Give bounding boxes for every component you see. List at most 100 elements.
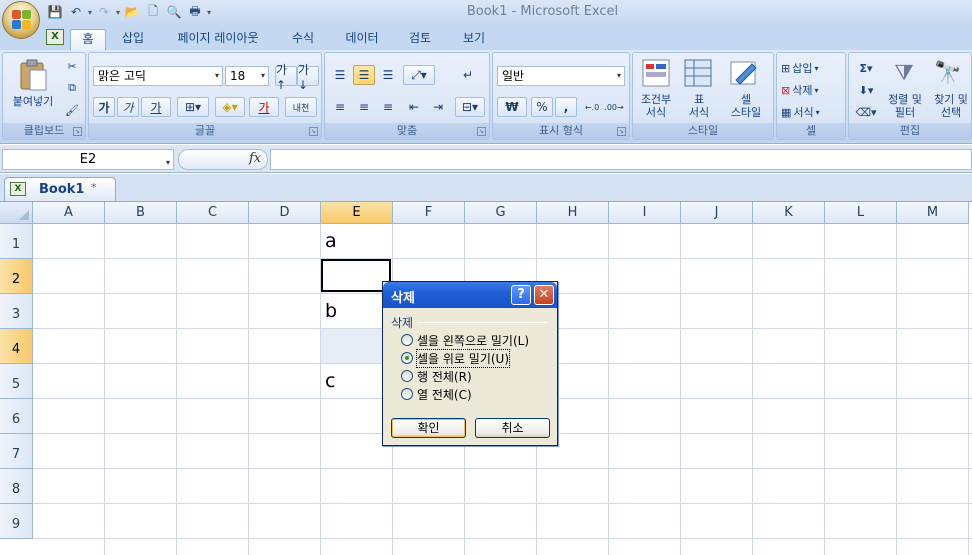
row-header-6[interactable]: 6 <box>0 399 33 434</box>
paste-icon[interactable] <box>15 57 51 93</box>
sort-filter-icon[interactable]: ⧩ <box>889 57 919 89</box>
column-header-a[interactable]: A <box>33 202 105 224</box>
cell-styles-icon[interactable] <box>729 57 759 89</box>
radio-selected-icon[interactable] <box>401 352 413 364</box>
radio-icon[interactable] <box>401 388 413 400</box>
italic-button[interactable]: 가 <box>117 97 139 117</box>
radio-shift-up[interactable]: 셀을 위로 밀기(U) <box>401 348 511 368</box>
column-header-f[interactable]: F <box>393 202 465 224</box>
cell-e3[interactable]: b <box>325 300 337 322</box>
cell-e1[interactable]: a <box>325 230 337 252</box>
column-header-e[interactable]: E <box>321 202 393 224</box>
borders-icon[interactable]: ⊞▾ <box>177 97 209 117</box>
column-header-c[interactable]: C <box>177 202 249 224</box>
row-header-4[interactable]: 4 <box>0 329 33 364</box>
delete-cells-button[interactable]: ⊠ 삭제 ▾ <box>781 81 818 99</box>
row-header-7[interactable]: 7 <box>0 434 33 469</box>
find-select-button[interactable]: 찾기 및 선택 <box>927 93 972 119</box>
formula-input[interactable] <box>270 149 972 170</box>
align-right-icon[interactable]: ≡ <box>377 97 399 117</box>
align-left-icon[interactable]: ≡ <box>329 97 351 117</box>
tab-review[interactable]: 검토 <box>400 29 440 50</box>
align-middle-icon[interactable]: ☰ <box>353 65 375 85</box>
cut-icon[interactable]: ✂ <box>63 57 81 75</box>
column-header-g[interactable]: G <box>465 202 537 224</box>
row-header-8[interactable]: 8 <box>0 469 33 504</box>
row-header-3[interactable]: 3 <box>0 294 33 329</box>
number-format-select[interactable]: 일반 ▾ <box>497 66 625 86</box>
phonetic-guide-button[interactable]: 내천 <box>285 97 317 117</box>
column-header-l[interactable]: L <box>825 202 897 224</box>
column-header-k[interactable]: K <box>753 202 825 224</box>
percent-button[interactable]: % <box>531 97 553 117</box>
format-painter-icon[interactable]: 🖌 <box>63 101 81 119</box>
radio-icon[interactable] <box>401 370 413 382</box>
tab-home[interactable]: 홈 <box>70 29 106 50</box>
format-cells-button[interactable]: ▦ 서식 ▾ <box>781 103 820 121</box>
alignment-launcher-icon[interactable]: ↘ <box>477 127 486 136</box>
shrink-font-icon[interactable]: 가↓ <box>297 63 319 92</box>
tab-data[interactable]: 데이터 <box>338 29 386 50</box>
insert-function-button[interactable]: fx <box>249 151 261 166</box>
decrease-indent-icon[interactable]: ⇤ <box>403 97 425 117</box>
clipboard-launcher-icon[interactable]: ↘ <box>73 127 82 136</box>
close-button[interactable]: ✕ <box>534 285 554 305</box>
row-header-9[interactable]: 9 <box>0 504 33 539</box>
tab-insert[interactable]: 삽입 <box>114 29 152 50</box>
find-select-icon[interactable]: 🔭 <box>933 57 963 89</box>
conditional-formatting-icon[interactable] <box>641 57 671 89</box>
bold-button[interactable]: 가 <box>93 97 115 117</box>
row-header-5[interactable]: 5 <box>0 364 33 399</box>
tab-page-layout[interactable]: 페이지 레이아웃 <box>168 29 268 50</box>
column-header-d[interactable]: D <box>249 202 321 224</box>
font-name-select[interactable]: 맑은 고딕 ▾ <box>93 66 223 86</box>
format-as-table-button[interactable]: 표 서식 <box>677 93 721 119</box>
radio-shift-left[interactable]: 셀을 왼쪽으로 밀기(L) <box>401 332 529 348</box>
cancel-button[interactable]: 취소 <box>475 418 550 438</box>
radio-icon[interactable] <box>401 334 413 346</box>
grow-font-icon[interactable]: 가↑ <box>275 63 297 92</box>
dialog-title-bar[interactable]: 삭제 ? ✕ <box>383 282 557 308</box>
clear-icon[interactable]: ⌫▾ <box>853 103 879 121</box>
currency-button[interactable]: ₩ <box>497 97 527 117</box>
column-header-m[interactable]: M <box>897 202 969 224</box>
align-center-icon[interactable]: ≡ <box>353 97 375 117</box>
increase-decimal-icon[interactable]: ←.0 <box>581 97 603 117</box>
font-launcher-icon[interactable]: ↘ <box>309 127 318 136</box>
wrap-text-icon[interactable]: ↵ <box>457 65 479 85</box>
help-button[interactable]: ? <box>511 285 531 305</box>
office-button[interactable] <box>2 1 40 39</box>
tab-formulas[interactable]: 수식 <box>284 29 322 50</box>
fill-icon[interactable]: ⬇▾ <box>853 81 879 99</box>
column-header-j[interactable]: J <box>681 202 753 224</box>
increase-indent-icon[interactable]: ⇥ <box>427 97 449 117</box>
paste-button[interactable]: 붙여넣기 <box>5 95 61 108</box>
row-header-1[interactable]: 1 <box>0 224 33 259</box>
fill-color-icon[interactable]: ◈▾ <box>215 97 245 117</box>
active-cell-e2[interactable] <box>321 259 391 292</box>
workbook-tab[interactable]: X Book1 * <box>4 177 116 201</box>
align-top-icon[interactable]: ☰ <box>329 65 351 85</box>
excel-icon[interactable]: X <box>46 29 64 45</box>
tab-view[interactable]: 보기 <box>454 29 494 50</box>
merge-center-icon[interactable]: ⊟▾ <box>455 97 485 117</box>
row-header-2[interactable]: 2 <box>0 259 33 294</box>
column-header-h[interactable]: H <box>537 202 609 224</box>
ok-button[interactable]: 확인 <box>391 418 466 438</box>
sort-filter-button[interactable]: 정렬 및 필터 <box>881 93 929 119</box>
cell-e5[interactable]: c <box>325 370 335 392</box>
radio-entire-column[interactable]: 열 전체(C) <box>401 386 472 402</box>
conditional-formatting-button[interactable]: 조건부 서식 <box>633 93 679 119</box>
select-all-button[interactable] <box>0 202 33 224</box>
font-color-button[interactable]: 가 <box>249 97 279 117</box>
insert-cells-button[interactable]: ⊞ 삽입 ▾ <box>781 59 818 77</box>
autosum-icon[interactable]: Σ▾ <box>853 59 879 77</box>
column-header-b[interactable]: B <box>105 202 177 224</box>
orientation-icon[interactable]: ⤢▾ <box>403 65 435 85</box>
comma-button[interactable]: , <box>555 97 577 117</box>
number-launcher-icon[interactable]: ↘ <box>617 127 626 136</box>
underline-button[interactable]: 가 <box>141 97 171 117</box>
radio-entire-row[interactable]: 행 전체(R) <box>401 368 472 384</box>
copy-icon[interactable]: ⧉ <box>63 79 81 97</box>
format-as-table-icon[interactable] <box>683 57 713 89</box>
